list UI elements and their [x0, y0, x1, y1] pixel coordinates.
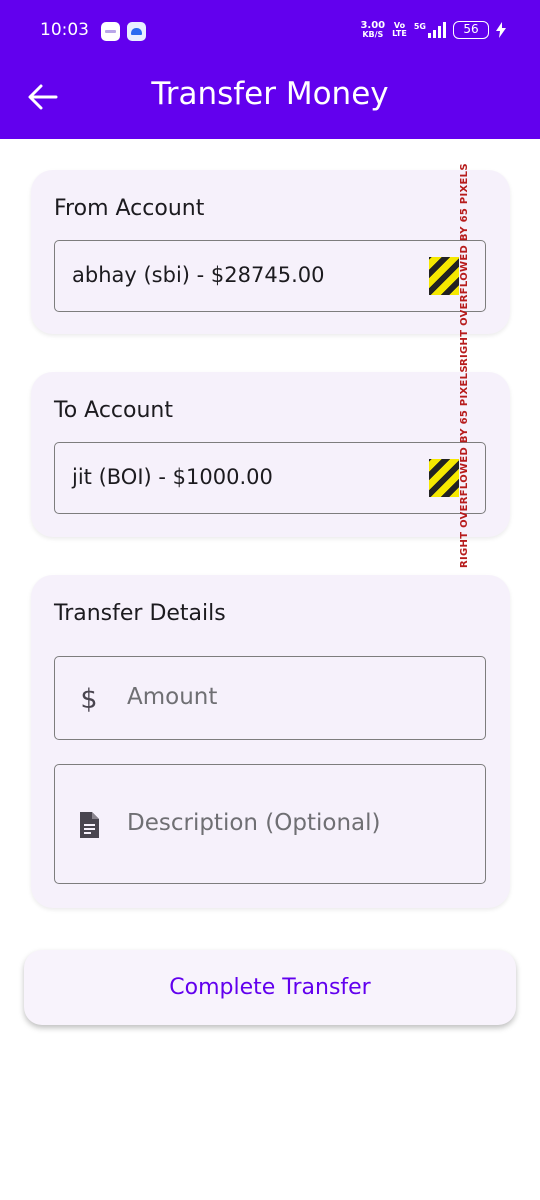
- notification-app-icon: [101, 22, 120, 41]
- network-speed: 3.00 KB/S: [360, 20, 386, 40]
- cell-signal: 5G: [414, 22, 446, 38]
- network-speed-value: 3.00: [360, 20, 386, 31]
- dollar-icon: $: [80, 684, 97, 713]
- volte-indicator: Vo LTE: [392, 22, 407, 38]
- charging-bolt-icon: [496, 22, 506, 38]
- from-account-title: From Account: [54, 196, 205, 221]
- battery-level: 56: [453, 21, 489, 39]
- page-title: Transfer Money: [151, 76, 389, 112]
- svg-text:$: $: [80, 684, 97, 713]
- description-placeholder: Description (Optional): [127, 810, 381, 836]
- network-speed-unit: KB/S: [362, 30, 384, 39]
- from-account-dropdown[interactable]: abhay (sbi) - $28745.00: [54, 240, 486, 312]
- to-account-title: To Account: [54, 398, 173, 423]
- document-icon: [80, 812, 99, 838]
- transfer-details-card: Transfer Details $ Amount Description (O…: [31, 575, 510, 908]
- status-time: 10:03: [40, 20, 89, 40]
- lte-label: LTE: [392, 29, 407, 38]
- overflow-warning-text: RIGHT OVERFLOWED BY 65 PIXELS: [459, 365, 470, 568]
- android-icon: [127, 22, 146, 41]
- amount-placeholder: Amount: [127, 684, 218, 710]
- signal-bars-icon: [428, 22, 446, 38]
- to-account-dropdown[interactable]: jit (BOI) - $1000.00: [54, 442, 486, 514]
- overflow-indicator: [429, 257, 459, 295]
- network-type: 5G: [413, 22, 426, 31]
- to-account-selected: jit (BOI) - $1000.00: [72, 465, 273, 489]
- transfer-details-title: Transfer Details: [54, 601, 226, 626]
- overflow-warning-text: RIGHT OVERFLOWED BY 65 PIXELS: [459, 163, 470, 366]
- description-field[interactable]: Description (Optional): [54, 764, 486, 884]
- status-indicators: 3.00 KB/S Vo LTE 5G 56: [360, 21, 506, 39]
- app-bar: 10:03 3.00 KB/S Vo LTE 5G 56 Transfer Mo…: [0, 0, 540, 139]
- amount-field[interactable]: $ Amount: [54, 656, 486, 740]
- from-account-card: From Account abhay (sbi) - $28745.00 RIG…: [31, 163, 510, 366]
- from-account-selected: abhay (sbi) - $28745.00: [72, 263, 325, 287]
- complete-transfer-button[interactable]: Complete Transfer: [24, 950, 516, 1025]
- to-account-card: To Account jit (BOI) - $1000.00 RIGHT OV…: [31, 365, 510, 568]
- overflow-indicator: [429, 459, 459, 497]
